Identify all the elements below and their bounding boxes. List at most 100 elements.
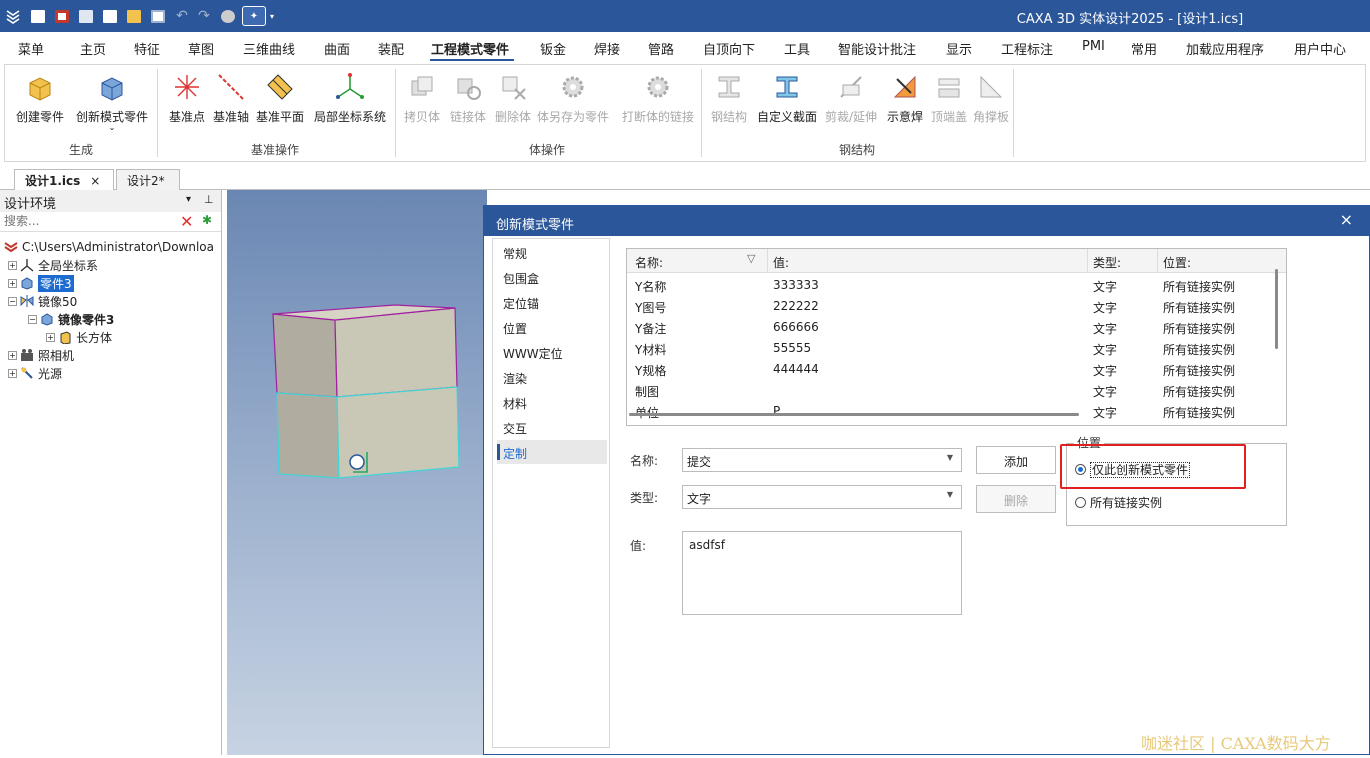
- menu-smart-annotation[interactable]: 智能设计批注: [838, 39, 916, 58]
- radio-all-linked-instances[interactable]: [1075, 497, 1086, 508]
- anchor-icon[interactable]: [349, 454, 365, 470]
- tree-item-mirror50[interactable]: − 镜像50: [8, 292, 77, 310]
- menu-engineering-part[interactable]: 工程模式零件: [431, 39, 509, 58]
- collapse-icon[interactable]: −: [28, 314, 37, 324]
- pin-icon[interactable]: ⊥: [204, 193, 214, 206]
- table-cell[interactable]: 文字: [1093, 362, 1117, 379]
- table-cell[interactable]: 444444: [773, 362, 819, 376]
- menu-top-down[interactable]: 自顶向下: [703, 39, 755, 58]
- panel-dropdown-icon[interactable]: ▾: [186, 194, 191, 205]
- close-icon[interactable]: ×: [90, 174, 100, 188]
- close-icon[interactable]: ×: [1340, 210, 1353, 229]
- nav-www-position[interactable]: WWW定位: [503, 345, 563, 362]
- tree-item-mirror-part3[interactable]: − 镜像零件3: [28, 310, 114, 328]
- expand-icon[interactable]: +: [8, 278, 17, 288]
- innovative-part-button[interactable]: 创新模式零件 ⌄: [71, 71, 153, 132]
- table-cell[interactable]: 文字: [1093, 278, 1117, 295]
- table-cell[interactable]: 所有链接实例: [1163, 320, 1235, 337]
- nav-interaction[interactable]: 交互: [503, 420, 527, 437]
- name-combobox[interactable]: 提交 ▼: [682, 448, 962, 472]
- menu-welding[interactable]: 焊接: [594, 39, 620, 58]
- radio-label-all-linked-instances[interactable]: 所有链接实例: [1090, 494, 1162, 511]
- table-cell[interactable]: 制图: [635, 383, 659, 400]
- table-cell[interactable]: Y图号: [635, 299, 666, 316]
- create-part-button[interactable]: 创建零件: [11, 71, 69, 125]
- column-header-type[interactable]: 类型:: [1093, 254, 1121, 271]
- table-cell[interactable]: 所有链接实例: [1163, 341, 1235, 358]
- nav-general[interactable]: 常规: [503, 245, 527, 262]
- table-cell[interactable]: 55555: [773, 341, 811, 355]
- menu-dimension[interactable]: 工程标注: [1001, 39, 1053, 58]
- nav-material[interactable]: 材料: [503, 395, 527, 412]
- table-cell[interactable]: 666666: [773, 320, 819, 334]
- schematic-weld-button[interactable]: 示意焊: [881, 71, 929, 125]
- menu-file[interactable]: 菜单: [18, 39, 44, 58]
- menu-common[interactable]: 常用: [1131, 39, 1157, 58]
- column-header-position[interactable]: 位置:: [1163, 254, 1191, 271]
- datum-point-button[interactable]: 基准点: [165, 71, 209, 125]
- gusset-button[interactable]: 角撑板: [969, 71, 1013, 125]
- vertical-scrollbar[interactable]: [1275, 269, 1278, 349]
- search-input[interactable]: [4, 214, 174, 228]
- tree-item-camera[interactable]: + 照相机: [8, 346, 74, 364]
- menu-load-apps[interactable]: 加载应用程序: [1186, 39, 1264, 58]
- table-cell[interactable]: Y名称: [635, 278, 666, 295]
- custom-properties-table[interactable]: 名称: ▽ 值: 类型: 位置: Y名称 333333 文字 所有链接实例 Y图号 222…: [626, 248, 1287, 426]
- table-cell[interactable]: Y备注: [635, 320, 666, 337]
- menu-display[interactable]: 显示: [946, 39, 972, 58]
- tree-item-cuboid[interactable]: + 长方体: [46, 328, 112, 346]
- tab-design1[interactable]: 设计1.ics ×: [14, 169, 114, 191]
- tree-root[interactable]: C:\Users\Administrator\Downloa: [4, 238, 214, 256]
- local-coordinate-system-button[interactable]: 局部坐标系统: [309, 71, 391, 125]
- expand-icon[interactable]: +: [46, 332, 55, 342]
- type-combobox[interactable]: 文字 ▼: [682, 485, 962, 509]
- table-cell[interactable]: 333333: [773, 278, 819, 292]
- add-button[interactable]: 添加: [976, 446, 1056, 474]
- copy-body-button[interactable]: 拷贝体: [401, 71, 443, 125]
- datum-plane-button[interactable]: 基准平面: [251, 71, 309, 125]
- expand-icon[interactable]: +: [8, 260, 17, 270]
- menu-3d-curves[interactable]: 三维曲线: [243, 39, 295, 58]
- table-cell[interactable]: 文字: [1093, 299, 1117, 316]
- filter-icon[interactable]: ✱: [202, 213, 212, 227]
- menu-user-center[interactable]: 用户中心: [1294, 39, 1346, 58]
- nav-anchor[interactable]: 定位锚: [503, 295, 539, 312]
- link-body-button[interactable]: 链接体: [445, 71, 491, 125]
- menu-features[interactable]: 特征: [134, 39, 160, 58]
- table-cell[interactable]: 文字: [1093, 341, 1117, 358]
- table-cell[interactable]: 所有链接实例: [1163, 404, 1235, 421]
- menu-piping[interactable]: 管路: [648, 39, 674, 58]
- nav-custom[interactable]: 定制: [503, 445, 527, 462]
- delete-button[interactable]: 删除: [976, 485, 1056, 513]
- table-cell[interactable]: 文字: [1093, 383, 1117, 400]
- sort-icon[interactable]: ▽: [747, 252, 755, 265]
- datum-axis-button[interactable]: 基准轴: [209, 71, 253, 125]
- save-body-as-part-button[interactable]: 体另存为零件: [533, 71, 613, 125]
- nav-rendering[interactable]: 渲染: [503, 370, 527, 387]
- end-cap-button[interactable]: 顶端盖: [927, 71, 971, 125]
- menu-tools[interactable]: 工具: [784, 39, 810, 58]
- tree-item-light[interactable]: + 光源: [8, 364, 62, 382]
- table-cell[interactable]: Y材料: [635, 341, 666, 358]
- tab-design2[interactable]: 设计2*: [116, 169, 180, 190]
- 3d-viewport[interactable]: [227, 190, 487, 755]
- menu-home[interactable]: 主页: [80, 39, 106, 58]
- menu-sketch[interactable]: 草图: [188, 39, 214, 58]
- table-cell[interactable]: 文字: [1093, 404, 1117, 421]
- trim-extend-button[interactable]: 剪裁/延伸: [821, 71, 881, 125]
- steel-structure-button[interactable]: 钢结构: [707, 71, 751, 125]
- collapse-icon[interactable]: −: [8, 296, 17, 306]
- custom-section-button[interactable]: 自定义截面: [751, 71, 823, 125]
- model-cuboids[interactable]: [227, 190, 487, 755]
- table-cell[interactable]: 所有链接实例: [1163, 383, 1235, 400]
- tree-item-part3[interactable]: + 零件3: [8, 274, 74, 292]
- table-cell[interactable]: 所有链接实例: [1163, 362, 1235, 379]
- menu-assembly[interactable]: 装配: [378, 39, 404, 58]
- menu-surface[interactable]: 曲面: [324, 39, 350, 58]
- table-cell[interactable]: 222222: [773, 299, 819, 313]
- menu-pmi[interactable]: PMI: [1082, 39, 1105, 54]
- nav-bounding-box[interactable]: 包围盒: [503, 270, 539, 287]
- column-header-value[interactable]: 值:: [773, 254, 789, 271]
- expand-icon[interactable]: +: [8, 350, 17, 360]
- delete-body-button[interactable]: 删除体: [491, 71, 535, 125]
